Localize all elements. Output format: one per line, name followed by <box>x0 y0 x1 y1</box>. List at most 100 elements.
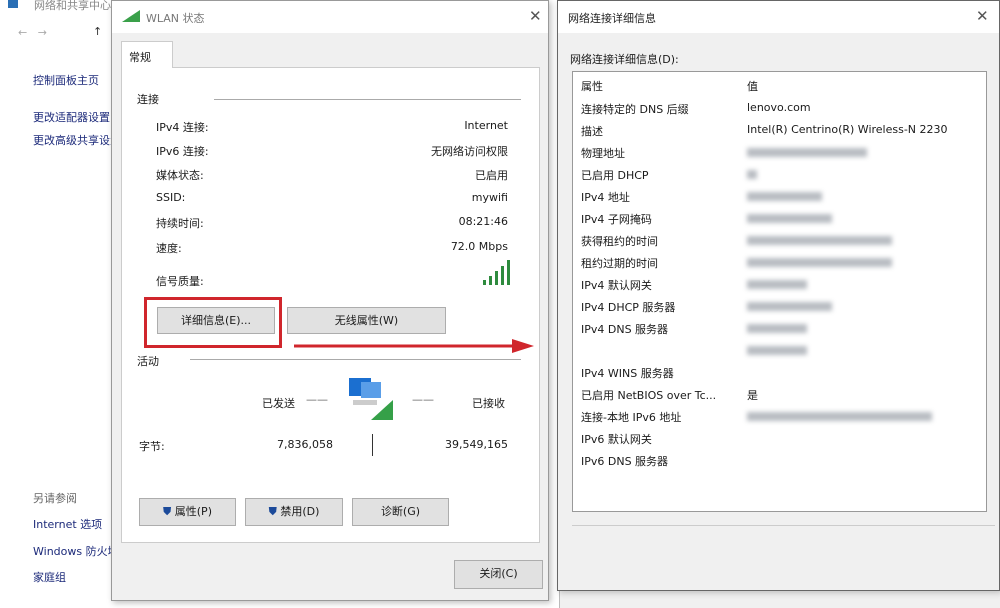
shield-icon: ⛊ <box>163 505 172 518</box>
property-name: IPv4 DHCP 服务器 <box>581 301 676 314</box>
nav-firewall[interactable]: Windows 防火墙 <box>33 543 111 559</box>
properties-button[interactable]: ⛊ 属性(P) <box>139 498 236 526</box>
property-name: IPv4 子网掩码 <box>581 213 652 226</box>
list-header: 属性 值 <box>581 78 981 94</box>
network-computer-icon <box>349 378 393 420</box>
list-item[interactable]: IPv4 默认网关 <box>581 277 981 293</box>
close-icon[interactable]: ✕ <box>976 7 989 25</box>
nav-internet-options[interactable]: Internet 选项 <box>33 516 111 532</box>
redacted-value <box>747 258 892 267</box>
property-name: IPv4 DNS 服务器 <box>581 323 669 336</box>
dialog-title: WLAN 状态 <box>146 12 205 25</box>
list-item[interactable]: IPv4 WINS 服务器 <box>581 365 981 381</box>
wlan-status-dialog: WLAN 状态 ✕ 常规 连接 IPv4 连接: Internet IPv6 连接… <box>111 0 549 601</box>
connection-heading: 连接 <box>137 93 159 106</box>
back-button[interactable]: ← → <box>18 26 57 39</box>
received-label: 已接收 <box>472 397 505 410</box>
list-item[interactable]: IPv6 默认网关 <box>581 431 981 447</box>
property-name: 物理地址 <box>581 147 625 160</box>
property-name: 租约过期的时间 <box>581 257 658 270</box>
divider <box>190 359 521 360</box>
list-item[interactable] <box>581 343 981 359</box>
redacted-value <box>747 412 932 421</box>
property-name: 已启用 DHCP <box>581 169 649 182</box>
divider <box>214 99 521 100</box>
list-item[interactable]: 已启用 NetBIOS over Tc... 是 <box>581 387 981 403</box>
list-item[interactable]: 已启用 DHCP <box>581 167 981 183</box>
list-item[interactable]: 连接-本地 IPv6 地址 <box>581 409 981 425</box>
row-label: 持续时间: <box>156 217 204 230</box>
list-item[interactable]: IPv6 DNS 服务器 <box>581 453 981 469</box>
info-row: 媒体状态: 已启用 <box>156 167 508 183</box>
nav-control-panel-home[interactable]: 控制面板主页 <box>33 72 111 88</box>
bytes-label: 字节: <box>139 440 165 453</box>
row-label: IPv4 连接: <box>156 121 209 134</box>
redacted-value <box>747 148 867 157</box>
redacted-value <box>747 302 832 311</box>
property-name: IPv4 默认网关 <box>581 279 652 292</box>
arrow-annotation <box>294 339 534 353</box>
list-item[interactable]: IPv4 DNS 服务器 <box>581 321 981 337</box>
bytes-sent: 7,836,058 <box>277 438 333 451</box>
redacted-value <box>747 280 807 289</box>
column-header-value: 值 <box>747 80 758 93</box>
redacted-value <box>747 192 822 201</box>
row-value: 08:21:46 <box>458 215 508 228</box>
list-item[interactable]: 连接特定的 DNS 后缀 lenovo.com <box>581 101 981 117</box>
list-item[interactable]: IPv4 地址 <box>581 189 981 205</box>
dash: —— <box>412 393 434 406</box>
shield-icon: ⛊ <box>268 505 277 518</box>
redacted-value <box>747 170 757 179</box>
info-row: SSID: mywifi <box>156 191 508 207</box>
window-title: 网络和共享中心 <box>34 0 111 12</box>
row-value: Internet <box>464 119 508 132</box>
list-item[interactable]: 描述 Intel(R) Centrino(R) Wireless-N 2230 <box>581 123 981 139</box>
row-value: 72.0 Mbps <box>450 240 508 253</box>
row-label: SSID: <box>156 191 186 204</box>
column-header-property: 属性 <box>581 80 603 93</box>
row-label: 信号质量: <box>156 275 204 288</box>
close-button[interactable]: 关闭(C) <box>454 560 543 589</box>
general-panel: 连接 IPv4 连接: Internet IPv6 连接: 无网络访问权限 媒体状态… <box>121 67 540 543</box>
bytes-received: 39,549,165 <box>445 438 508 451</box>
diagnose-button[interactable]: 诊断(G) <box>352 498 449 526</box>
highlight-box <box>144 297 282 348</box>
row-value: 已启用 <box>475 169 508 182</box>
redacted-value <box>747 346 807 355</box>
up-icon[interactable]: ↑ <box>93 25 102 38</box>
list-item[interactable]: IPv4 DHCP 服务器 <box>581 299 981 315</box>
info-row: IPv4 连接: Internet <box>156 119 508 135</box>
nav-homegroup[interactable]: 家庭组 <box>33 569 111 585</box>
disable-button[interactable]: ⛊ 禁用(D) <box>245 498 343 526</box>
property-name: IPv4 地址 <box>581 191 630 204</box>
property-name: IPv6 默认网关 <box>581 433 652 446</box>
tab-general[interactable]: 常规 <box>121 41 173 68</box>
list-item[interactable]: 获得租约的时间 <box>581 233 981 249</box>
row-label: 速度: <box>156 242 182 255</box>
divider <box>572 525 995 526</box>
list-item[interactable]: IPv4 子网掩码 <box>581 211 981 227</box>
nav-advanced-sharing[interactable]: 更改高级共享设置 <box>33 132 111 148</box>
row-value: 无网络访问权限 <box>431 145 508 158</box>
row-value: mywifi <box>471 191 508 204</box>
property-name: IPv6 DNS 服务器 <box>581 455 669 468</box>
activity-heading: 活动 <box>137 355 159 368</box>
list-item[interactable]: 物理地址 <box>581 145 981 161</box>
title-bar: 网络连接详细信息 ✕ <box>558 1 999 33</box>
property-value: 是 <box>747 389 758 402</box>
property-value: Intel(R) Centrino(R) Wireless-N 2230 <box>747 123 948 136</box>
info-row: IPv6 连接: 无网络访问权限 <box>156 143 508 159</box>
nav-change-adapter[interactable]: 更改适配器设置 <box>33 109 111 125</box>
info-row: 持续时间: 08:21:46 <box>156 215 508 231</box>
button-label: 禁用(D) <box>280 505 320 518</box>
property-name: IPv4 WINS 服务器 <box>581 367 674 380</box>
wifi-signal-icon <box>122 10 140 22</box>
close-icon[interactable]: ✕ <box>529 7 542 25</box>
redacted-value <box>747 236 892 245</box>
redacted-value <box>747 324 807 333</box>
property-name: 描述 <box>581 125 603 138</box>
list-item[interactable]: 租约过期的时间 <box>581 255 981 271</box>
dialog-title: 网络连接详细信息 <box>568 12 656 25</box>
wireless-properties-button[interactable]: 无线属性(W) <box>287 307 446 334</box>
details-list[interactable]: 属性 值 连接特定的 DNS 后缀 lenovo.com 描述 Intel(R) Cen… <box>572 71 987 512</box>
